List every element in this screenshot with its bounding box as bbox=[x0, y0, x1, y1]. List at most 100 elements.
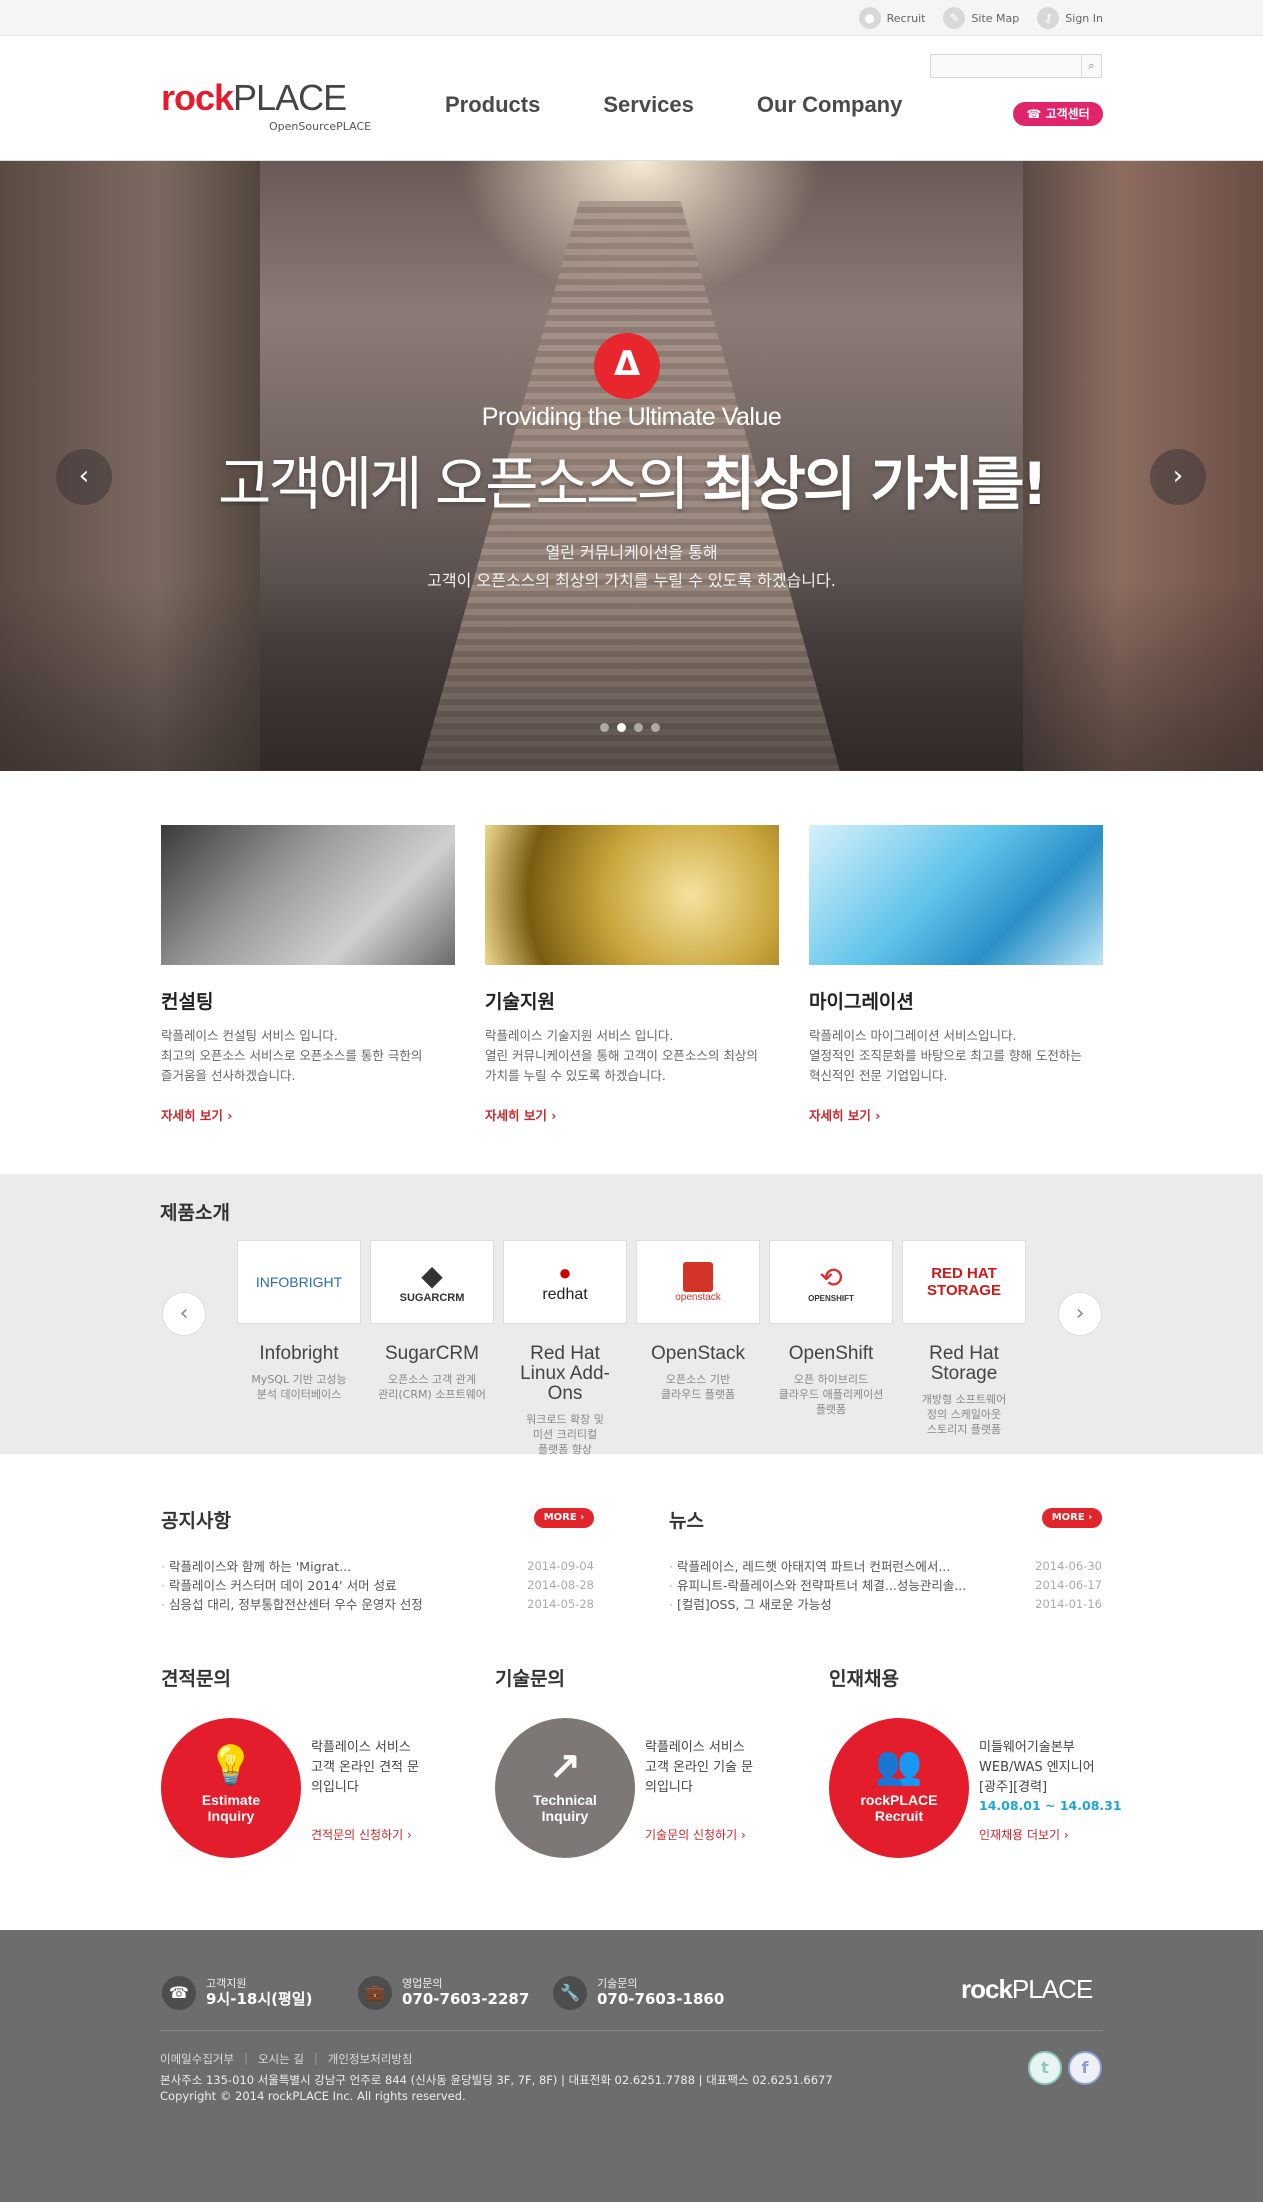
infobright-logo: INFOBRIGHT bbox=[237, 1240, 361, 1324]
service-more-link[interactable]: 자세히 보기 › bbox=[485, 1105, 556, 1124]
service-desc: 락플레이스 마이그레이션 서비스입니다. 열정적인 조직문화를 바탕으로 최고를… bbox=[809, 1028, 1082, 1083]
person-icon: ● bbox=[858, 7, 881, 29]
product-sugarcrm[interactable]: ◆ SUGARCRM SugarCRM 오픈소스 고객 관계 관리(CRM) 소프… bbox=[370, 1240, 494, 1402]
footer-logo: rockPLACE bbox=[961, 1974, 1093, 2004]
hero-description: 열린 커뮤니케이션을 통해 고객이 오픈소스의 최상의 가치를 누릴 수 있도록 … bbox=[427, 543, 836, 590]
hero-background-floor bbox=[0, 581, 1263, 771]
search-box: ⌕ bbox=[930, 54, 1102, 78]
nav-services[interactable]: Services bbox=[603, 92, 694, 118]
footer-divider bbox=[160, 2030, 1103, 2031]
keyboard-image bbox=[161, 825, 455, 965]
footer-contact-support: ☎ 고객지원 9시-18시(평일) bbox=[162, 1976, 312, 2010]
service-desc: 락플레이스 기술지원 서비스 입니다. 열린 커뮤니케이션을 통해 고객이 오픈… bbox=[485, 1028, 758, 1083]
list-item[interactable]: 락플레이스 커스터머 데이 2014' 서머 성료2014-08-28 bbox=[161, 1576, 594, 1595]
cube-icon: ◆ bbox=[421, 1260, 443, 1291]
list-item[interactable]: 락플레이스, 레드햇 아태지역 파트너 컨퍼런스에서...2014-06-30 bbox=[669, 1557, 1102, 1576]
shadowman-icon: ● bbox=[558, 1260, 572, 1285]
product-openshift[interactable]: ⟲ OPENSHIFT OpenShift 오픈 하이브리드 클라우드 애플리케이… bbox=[769, 1240, 893, 1417]
footer-address: 본사주소 135-010 서울특별시 강남구 언주로 844 (신사동 윤당빌딩… bbox=[160, 2073, 833, 2103]
logo-tagline: OpenSourcePLACE bbox=[269, 120, 372, 133]
redhat-logo: ● redhat bbox=[503, 1240, 627, 1324]
sugarcrm-logo: ◆ SUGARCRM bbox=[370, 1240, 494, 1324]
technical-inquiry-button[interactable]: ↗ Technical Inquiry bbox=[495, 1718, 635, 1858]
product-infobright[interactable]: INFOBRIGHT Infobright MySQL 기반 고성능 분석 데이… bbox=[237, 1240, 361, 1402]
service-more-link[interactable]: 자세히 보기 › bbox=[161, 1105, 232, 1124]
footer-contact-sales: 💼 영업문의 070-7603-2287 bbox=[358, 1976, 529, 2010]
service-consulting: 컨설팅 락플레이스 컨설팅 서비스 입니다. 최고의 오픈소스 서비스로 오픈소… bbox=[161, 825, 455, 1123]
list-item[interactable]: 락플레이스와 함께 하는 'Migrat...2014-09-04 bbox=[161, 1557, 594, 1576]
slide-dot[interactable] bbox=[600, 723, 609, 732]
hero-prev-arrow[interactable]: ‹ bbox=[56, 449, 112, 505]
openshift-icon: ⟲ bbox=[819, 1261, 843, 1293]
estimate-inquiry-section: 견적문의 💡 Estimate Inquiry 락플레이스 서비스 고객 온라인 … bbox=[161, 1664, 461, 1858]
main-nav: Products Services Our Company bbox=[445, 92, 902, 118]
sitemap-icon: ✎ bbox=[943, 7, 966, 29]
delta-logo-icon: Δ bbox=[594, 333, 660, 399]
estimate-apply-link[interactable]: 견적문의 신청하기 › bbox=[311, 1826, 412, 1843]
notice-list: 락플레이스와 함께 하는 'Migrat...2014-09-04 락플레이스 … bbox=[161, 1557, 594, 1614]
list-item[interactable]: 유피니트-락플레이스와 전략파트너 체결...성능관리솔...2014-06-1… bbox=[669, 1576, 1102, 1595]
chart-icon: ↗ bbox=[549, 1745, 581, 1787]
headset-icon: ☎ bbox=[162, 1976, 196, 2010]
directions-link[interactable]: 오시는 길 bbox=[258, 2051, 304, 2067]
signin-link[interactable]: ⚷ Sign In bbox=[1037, 6, 1103, 30]
search-icon[interactable]: ⌕ bbox=[1081, 55, 1101, 77]
nav-our-company[interactable]: Our Company bbox=[757, 92, 902, 118]
recruit-link[interactable]: ● Recruit bbox=[858, 6, 925, 30]
service-title: 컨설팅 bbox=[161, 991, 214, 1013]
openstack-logo: openstack bbox=[636, 1240, 760, 1324]
twitter-icon[interactable]: t bbox=[1028, 2051, 1062, 2085]
slide-dot[interactable] bbox=[651, 723, 660, 732]
nav-products[interactable]: Products bbox=[445, 92, 540, 118]
openshift-logo: ⟲ OPENSHIFT bbox=[769, 1240, 893, 1324]
customer-center-button[interactable]: ☎ 고객센터 bbox=[1013, 102, 1103, 126]
notice-more-button[interactable]: MORE › bbox=[534, 1508, 594, 1528]
list-item[interactable]: [컬럼]OSS, 그 새로운 가능성2014-01-16 bbox=[669, 1595, 1102, 1614]
email-refuse-link[interactable]: 이메일수집거부 bbox=[160, 2051, 234, 2067]
recruit-button[interactable]: 👥 rockPLACE Recruit bbox=[829, 1718, 969, 1858]
technical-apply-link[interactable]: 기술문의 신청하기 › bbox=[645, 1826, 746, 1843]
inquiry-text: 락플레이스 서비스 고객 온라인 기술 문 의입니다 bbox=[645, 1740, 754, 1795]
inquiry-text: 락플레이스 서비스 고객 온라인 견적 문 의입니다 bbox=[311, 1740, 420, 1795]
wrench-icon: 🔧 bbox=[553, 1976, 587, 2010]
products-prev-arrow[interactable]: ‹ bbox=[162, 1292, 206, 1336]
people-icon: 👥 bbox=[875, 1745, 923, 1787]
news-list: 락플레이스, 레드햇 아태지역 파트너 컨퍼런스에서...2014-06-30 … bbox=[669, 1557, 1102, 1614]
slide-dot-active[interactable] bbox=[617, 723, 626, 732]
sitemap-link[interactable]: ✎ Site Map bbox=[943, 6, 1019, 30]
hero-next-arrow[interactable]: › bbox=[1150, 449, 1206, 505]
slide-dot[interactable] bbox=[634, 723, 643, 732]
search-input[interactable] bbox=[931, 56, 1081, 78]
recruit-period: 14.08.01 ~ 14.08.31 bbox=[979, 1798, 1122, 1813]
list-item[interactable]: 심응섭 대리, 정부통합전산센터 우수 운영자 선정2014-05-28 bbox=[161, 1595, 594, 1614]
openstack-icon bbox=[683, 1261, 713, 1292]
site-logo[interactable]: rockPLACE bbox=[161, 80, 347, 116]
service-title: 마이그레이션 bbox=[809, 991, 914, 1013]
gears-image bbox=[485, 825, 779, 965]
facebook-icon[interactable]: f bbox=[1068, 2051, 1102, 2085]
section-title: 기술문의 bbox=[495, 1668, 565, 1690]
recruit-more-link[interactable]: 인재채용 더보기 › bbox=[979, 1826, 1069, 1843]
lightbulb-icon: 💡 bbox=[207, 1745, 255, 1787]
utility-links: ● Recruit ✎ Site Map ⚷ Sign In bbox=[858, 6, 1103, 30]
key-icon: ⚷ bbox=[1037, 7, 1060, 29]
copyright: Copyright © 2014 rockPLACE Inc. All righ… bbox=[160, 2089, 466, 2103]
products-next-arrow[interactable]: › bbox=[1058, 1292, 1102, 1336]
product-openstack[interactable]: openstack OpenStack 오픈소스 기반 클라우드 플랫폼 bbox=[636, 1240, 760, 1402]
service-more-link[interactable]: 자세히 보기 › bbox=[809, 1105, 880, 1124]
estimate-inquiry-button[interactable]: 💡 Estimate Inquiry bbox=[161, 1718, 301, 1858]
product-redhat[interactable]: ● redhat Red Hat Linux Add-Ons 워크로드 확장 및 … bbox=[503, 1240, 627, 1457]
footer-links: 이메일수집거부 | 오시는 길 | 개인정보처리방침 bbox=[160, 2051, 413, 2067]
product-redhat-storage[interactable]: RED HAT STORAGE Red Hat Storage 개방형 소프트웨… bbox=[902, 1240, 1026, 1437]
products-section: 제품소개 ‹ › INFOBRIGHT Infobright MySQL 기반 … bbox=[0, 1174, 1263, 1457]
hero-pagination bbox=[600, 723, 660, 732]
section-title: 견적문의 bbox=[161, 1668, 231, 1690]
privacy-policy-link[interactable]: 개인정보처리방침 bbox=[328, 2051, 413, 2067]
site-footer: ☎ 고객지원 9시-18시(평일) 💼 영업문의 070-7603-2287 🔧 기… bbox=[0, 1930, 1263, 2202]
service-title: 기술지원 bbox=[485, 991, 555, 1013]
briefcase-icon: 💼 bbox=[358, 1976, 392, 2010]
paper-people-image bbox=[809, 825, 1103, 965]
recruit-section: 인재채용 👥 rockPLACE Recruit 미들웨어기술본부 WEB/WAS… bbox=[829, 1664, 1129, 1858]
news-board: 뉴스 MORE › 락플레이스, 레드햇 아태지역 파트너 컨퍼런스에서...2… bbox=[669, 1506, 1102, 1614]
news-more-button[interactable]: MORE › bbox=[1042, 1508, 1102, 1528]
